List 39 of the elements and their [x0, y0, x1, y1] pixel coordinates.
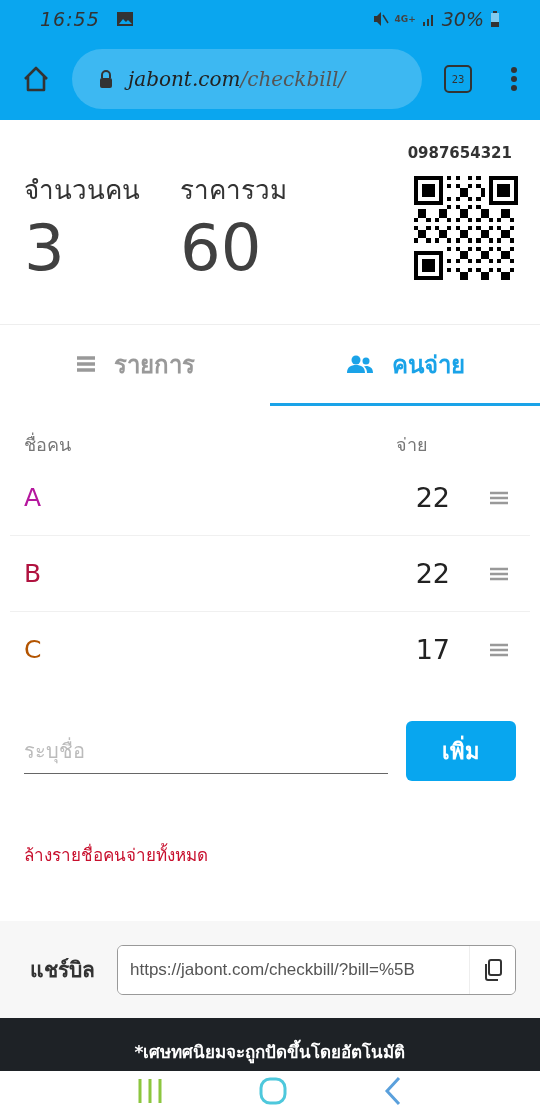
column-header: จ่าย	[396, 433, 428, 457]
add-button[interactable]: เพิ่ม	[406, 721, 516, 781]
signal-icon	[421, 12, 436, 26]
network-label: 4G+	[394, 14, 416, 24]
rounding-note: *เศษทศนิยมจะถูกปัดขึ้นโดยอัตโนมัติ	[134, 1038, 406, 1065]
people-count-label: จำนวนคน	[24, 174, 140, 207]
paid-amount: 22	[415, 558, 450, 589]
share-url-field[interactable]: https://jabont.com/checkbill/?bill=%5B	[117, 944, 516, 995]
total-price-label: ราคารวม	[180, 174, 287, 207]
address-bar[interactable]: jabont.com/checkbill/	[72, 49, 422, 109]
total-price-value: 60	[180, 210, 263, 286]
menu-icon[interactable]	[490, 490, 508, 505]
copy-button[interactable]	[469, 945, 515, 994]
tab-count-button[interactable]: 23	[444, 65, 472, 93]
battery-percent: 30%	[441, 8, 484, 30]
person-name: A	[24, 483, 42, 512]
column-header: ชื่อคน	[24, 431, 71, 457]
menu-icon[interactable]	[510, 66, 518, 92]
clear-all-link[interactable]: ล้างรายชื่อคนจ่ายทั้งหมด	[24, 845, 208, 865]
image-icon	[115, 11, 134, 27]
recent-apps-icon[interactable]	[137, 1076, 164, 1105]
people-count-value: 3	[24, 210, 66, 286]
paid-amount: 17	[415, 634, 450, 665]
back-icon[interactable]	[382, 1075, 403, 1106]
home-icon[interactable]	[22, 66, 50, 92]
menu-icon[interactable]	[490, 642, 508, 657]
menu-icon[interactable]	[490, 566, 508, 581]
share-label: แชร์บิล	[30, 957, 95, 984]
paid-amount: 22	[415, 482, 450, 513]
clock: 16:55	[40, 8, 100, 30]
people-icon	[345, 355, 374, 373]
qr-code-icon	[414, 176, 518, 280]
phone-number: 0987654321	[407, 144, 512, 162]
person-name: B	[24, 559, 42, 588]
battery-icon	[490, 11, 500, 27]
list-icon	[75, 355, 96, 373]
person-name: C	[24, 635, 42, 664]
mute-icon	[372, 11, 389, 27]
lock-icon	[98, 70, 114, 88]
